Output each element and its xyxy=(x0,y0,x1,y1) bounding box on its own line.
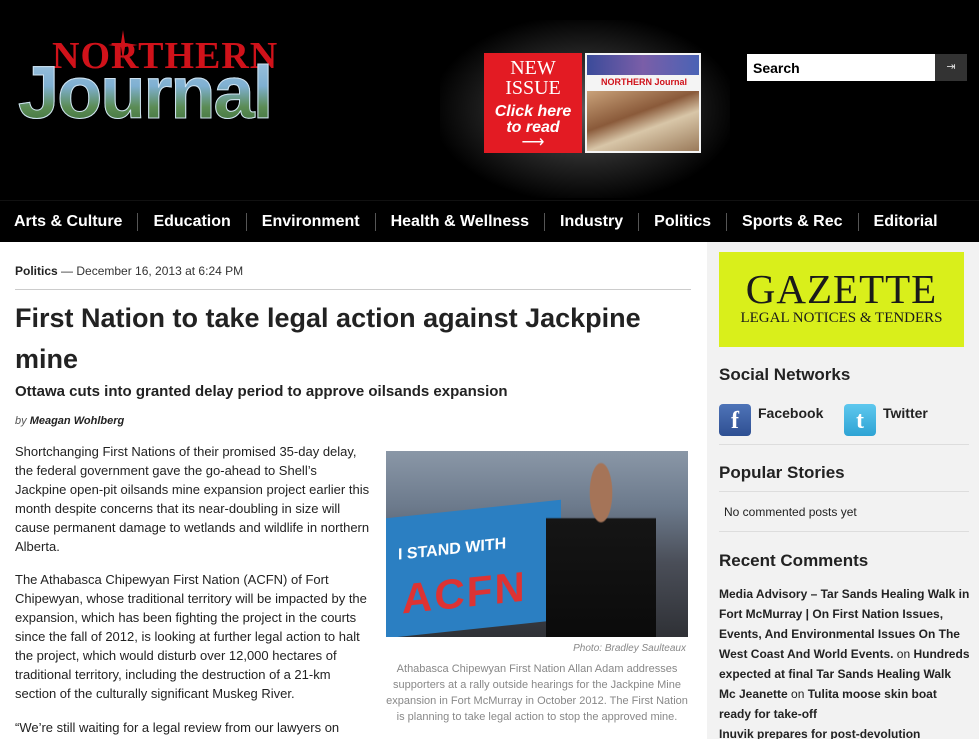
facebook-icon[interactable]: f xyxy=(719,404,751,436)
recent-comment-item: Media Advisory – Tar Sands Healing Walk … xyxy=(719,584,971,684)
divider xyxy=(719,491,969,492)
comment-author-link[interactable]: Inuvik prepares for post-devolution xyxy=(719,727,920,739)
issue-cover-thumbnail[interactable]: NORTHERN Journal xyxy=(585,53,701,153)
search-input[interactable] xyxy=(747,54,935,81)
nav-divider xyxy=(137,213,139,231)
cover-top-photo xyxy=(587,55,699,75)
article-headline: First Nation to take legal action agains… xyxy=(15,303,641,374)
comment-on-text: on xyxy=(893,647,914,661)
article-paragraph: The Athabasca Chipewyan First Nation (AC… xyxy=(15,572,367,701)
divider xyxy=(719,531,969,532)
recent-comment-item: Inuvik prepares for post-devolution xyxy=(719,724,971,739)
cover-lower-photo xyxy=(587,91,699,151)
article-meta: Politics — December 16, 2013 at 6:24 PM xyxy=(15,264,243,278)
search-submit-button[interactable]: ⇥ xyxy=(935,54,967,81)
photo-speaker xyxy=(546,461,656,637)
nav-item-arts-culture[interactable]: Arts & Culture xyxy=(14,213,122,231)
gazette-banner[interactable]: GAZETTE LEGAL NOTICES & TENDERS xyxy=(719,252,964,347)
site-header: NORTHERN Journal NEW ISSUE Click here to… xyxy=(0,0,979,200)
nav-item-editorial[interactable]: Editorial xyxy=(874,213,938,231)
sidebar: GAZETTE LEGAL NOTICES & TENDERS Social N… xyxy=(707,242,979,739)
nav-divider xyxy=(726,213,728,231)
page: NORTHERN Journal NEW ISSUE Click here to… xyxy=(0,0,979,739)
article-category-link[interactable]: Politics xyxy=(15,264,58,278)
article-figure: I STAND WITH ACFN Photo: Bradley Saultea… xyxy=(386,451,688,739)
nav-item-environment[interactable]: Environment xyxy=(262,213,360,231)
recent-comments-heading: Recent Comments xyxy=(719,551,869,570)
recent-comment-item: Mc Jeanette on Tulita moose skin boat re… xyxy=(719,684,971,724)
issue-word-text: ISSUE xyxy=(505,77,561,99)
article-paragraph: Shortchanging First Nations of their pro… xyxy=(15,444,370,554)
article-subhead: Ottawa cuts into granted delay period to… xyxy=(15,383,508,400)
popular-stories-heading: Popular Stories xyxy=(719,463,845,482)
nav-item-industry[interactable]: Industry xyxy=(560,213,623,231)
search-box: ⇥ xyxy=(747,54,967,81)
byline-prefix: by xyxy=(15,415,30,427)
cover-masthead: NORTHERN Journal xyxy=(601,77,688,87)
nav-divider xyxy=(638,213,640,231)
comment-on-text: on xyxy=(787,687,808,701)
recent-comments-list: Media Advisory – Tar Sands Healing Walk … xyxy=(719,584,971,739)
twitter-icon[interactable]: t xyxy=(844,404,876,436)
social-networks-heading: Social Networks xyxy=(719,365,851,384)
issue-new-text: NEW xyxy=(510,57,556,79)
nav-divider xyxy=(374,213,376,231)
issue-click-text: Click here xyxy=(494,103,572,120)
nav-item-sports-rec[interactable]: Sports & Rec xyxy=(742,213,842,231)
new-issue-badge[interactable]: NEW ISSUE Click here to read ⟶ xyxy=(484,53,582,153)
facebook-link[interactable]: Facebook xyxy=(758,405,823,421)
site-logo[interactable]: NORTHERN Journal xyxy=(18,30,368,130)
divider xyxy=(15,289,691,290)
gazette-title: GAZETTE xyxy=(745,266,938,312)
comment-author: Mc Jeanette xyxy=(719,687,788,701)
article: Politics — December 16, 2013 at 6:24 PM … xyxy=(15,242,691,739)
nav-item-politics[interactable]: Politics xyxy=(654,213,711,231)
article-date: — December 16, 2013 at 6:24 PM xyxy=(57,264,244,278)
author-link[interactable]: Meagan Wohlberg xyxy=(30,415,125,427)
photo-caption: Athabasca Chipewyan First Nation Allan A… xyxy=(386,663,688,723)
twitter-link[interactable]: Twitter xyxy=(883,405,928,421)
nav-divider xyxy=(544,213,546,231)
divider xyxy=(719,444,969,445)
nav-divider xyxy=(245,213,247,231)
main-nav: Arts & Culture Education Environment Hea… xyxy=(0,200,979,242)
popular-empty-message: No commented posts yet xyxy=(724,505,857,519)
photo-credit: Photo: Bradley Saulteaux xyxy=(573,643,686,654)
arrow-icon: ⟶ xyxy=(521,134,545,151)
nav-item-education[interactable]: Education xyxy=(153,213,230,231)
byline: by Meagan Wohlberg xyxy=(15,415,124,427)
nav-item-health-wellness[interactable]: Health & Wellness xyxy=(391,213,529,231)
logo-journal: Journal xyxy=(18,55,368,130)
article-paragraph: “We’re still waiting for a legal review … xyxy=(15,720,340,735)
gazette-subtitle: LEGAL NOTICES & TENDERS xyxy=(740,310,943,326)
nav-divider xyxy=(857,213,859,231)
new-issue-promo[interactable]: NEW ISSUE Click here to read ⟶ NORTHERN … xyxy=(440,20,730,198)
article-photo[interactable]: I STAND WITH ACFN xyxy=(386,451,688,637)
